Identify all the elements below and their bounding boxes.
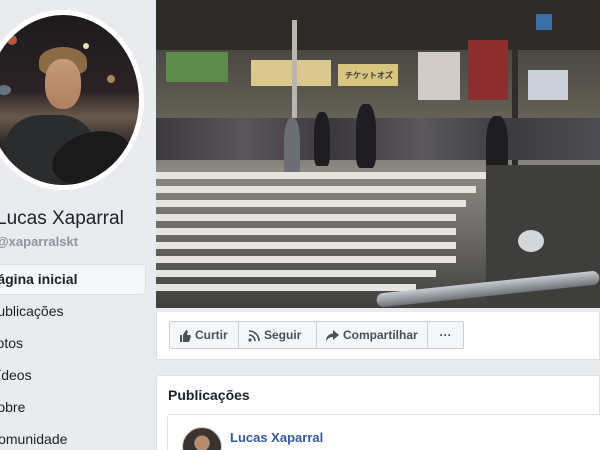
more-label: ··· — [439, 328, 452, 342]
posts-title: Publicações — [168, 387, 250, 403]
nav-item-posts[interactable]: Publicações — [0, 295, 146, 327]
profile-sidebar: Lucas Xaparral @xaparralskt Página inici… — [0, 0, 150, 450]
nav-item-label: Sobre — [0, 399, 26, 415]
profile-name[interactable]: Lucas Xaparral — [0, 208, 124, 230]
share-arrow-icon — [326, 329, 339, 342]
post-author-avatar[interactable] — [182, 427, 222, 450]
more-options-button[interactable]: ··· — [427, 321, 464, 349]
nav-item-label: Comunidade — [0, 431, 68, 447]
nav-item-label: Página inicial — [0, 271, 78, 287]
nav-item-home[interactable]: Página inicial — [0, 264, 146, 295]
cover-sign: チケットオズ — [345, 71, 393, 80]
profile-avatar[interactable] — [0, 10, 144, 190]
nav-item-community[interactable]: Comunidade — [0, 423, 146, 450]
profile-nav: Página inicial Publicações Fotos Vídeos … — [0, 264, 146, 450]
thumbs-up-icon — [180, 329, 191, 342]
nav-item-label: Publicações — [0, 303, 64, 319]
share-label: Compartilhar — [343, 328, 418, 342]
nav-item-videos[interactable]: Vídeos — [0, 359, 146, 391]
like-label: Curtir — [195, 328, 228, 342]
share-button[interactable]: Compartilhar — [316, 321, 428, 349]
follow-label: Seguir — [264, 328, 302, 342]
like-button[interactable]: Curtir — [169, 321, 239, 349]
nav-item-label: Fotos — [0, 335, 24, 351]
profile-handle[interactable]: @xaparralskt — [0, 234, 78, 249]
nav-item-photos[interactable]: Fotos — [0, 327, 146, 359]
nav-item-about[interactable]: Sobre — [0, 391, 146, 423]
profile-photo — [0, 15, 139, 185]
post-card: Lucas Xaparral — [167, 414, 600, 450]
nav-item-label: Vídeos — [0, 367, 32, 383]
follow-button[interactable]: Seguir — [238, 321, 317, 349]
post-author-name[interactable]: Lucas Xaparral — [230, 430, 323, 445]
cover-photo[interactable]: チケットオズ — [156, 0, 600, 308]
page-actions-bar: Curtir Seguir Compartilhar ··· — [156, 312, 600, 360]
posts-section: Publicações Lucas Xaparral — [156, 375, 600, 450]
rss-icon — [248, 330, 260, 342]
